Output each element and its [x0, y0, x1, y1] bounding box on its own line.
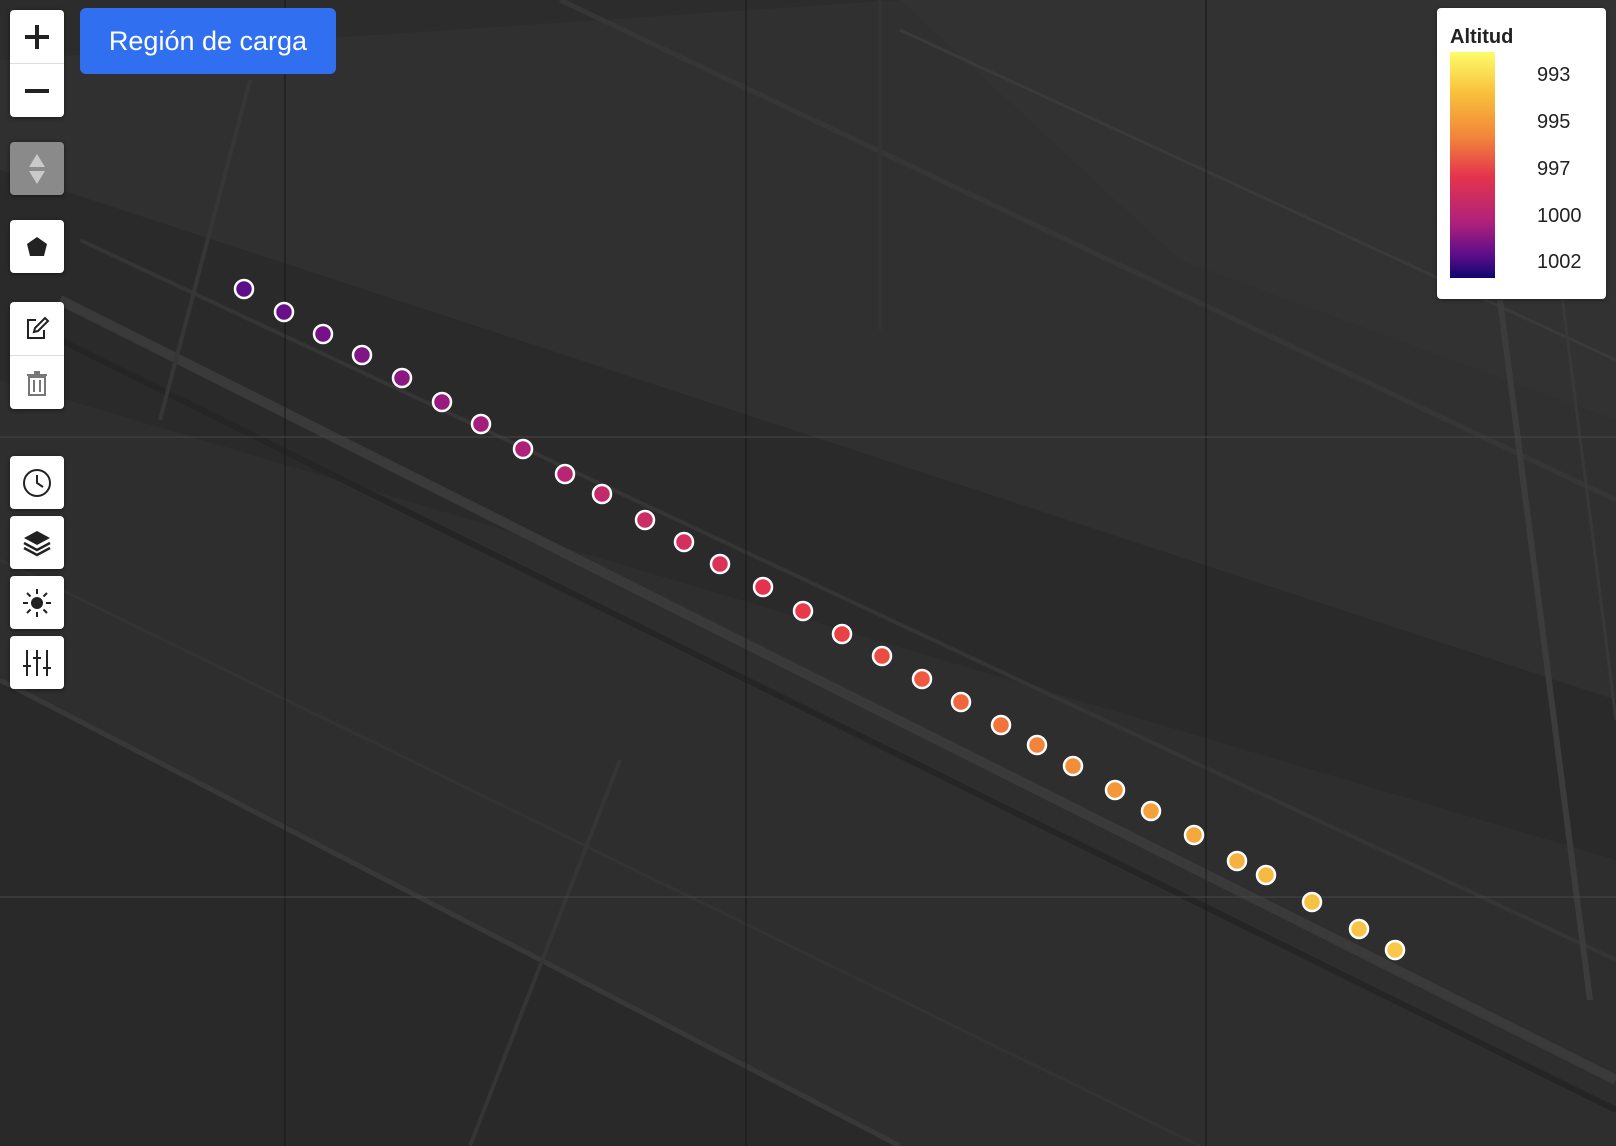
brightness-button[interactable] — [10, 576, 64, 629]
delete-button[interactable] — [10, 355, 64, 409]
track-point[interactable] — [709, 553, 731, 575]
track-point[interactable] — [391, 367, 413, 389]
history-button[interactable] — [10, 456, 64, 509]
compass-arrows-icon — [29, 153, 45, 184]
track-point[interactable] — [792, 600, 814, 622]
legend-tick: 993 — [1537, 64, 1571, 86]
compass-button[interactable] — [10, 142, 64, 195]
settings-button[interactable] — [10, 636, 64, 689]
settings-control — [10, 636, 64, 689]
track-point[interactable] — [1140, 800, 1162, 822]
edit-button[interactable] — [10, 302, 64, 355]
plus-icon — [25, 24, 49, 49]
edit-icon — [27, 316, 50, 339]
edit-control — [10, 302, 64, 409]
track-point[interactable] — [752, 576, 774, 598]
map-view[interactable]: Región de carga Altitud 993 995 997 1000… — [0, 0, 1616, 1146]
clock-icon — [23, 468, 51, 497]
trash-icon — [27, 370, 47, 396]
track-point[interactable] — [312, 323, 334, 345]
track-point[interactable] — [911, 668, 933, 690]
track-point[interactable] — [554, 463, 576, 485]
track-point[interactable] — [1062, 755, 1084, 777]
layers-control — [10, 516, 64, 569]
legend-title: Altitud — [1450, 26, 1514, 48]
sliders-icon — [23, 649, 51, 676]
track-point[interactable] — [351, 344, 373, 366]
minus-icon — [25, 88, 49, 93]
altitude-track — [233, 278, 1406, 961]
legend-color-bar — [1450, 52, 1495, 278]
track-point[interactable] — [431, 391, 453, 413]
zoom-out-button[interactable] — [10, 63, 64, 117]
track-point[interactable] — [1226, 850, 1248, 872]
track-point[interactable] — [634, 509, 656, 531]
draw-control — [10, 220, 64, 273]
upload-region-button[interactable]: Región de carga — [80, 8, 336, 74]
track-point[interactable] — [1026, 734, 1048, 756]
history-control — [10, 456, 64, 509]
track-point[interactable] — [673, 531, 695, 553]
legend-tick: 1000 — [1537, 205, 1582, 227]
track-point[interactable] — [591, 483, 613, 505]
legend-tick: 995 — [1537, 111, 1571, 133]
track-point[interactable] — [1183, 824, 1205, 846]
track-point[interactable] — [233, 278, 255, 300]
layers-icon — [23, 530, 51, 556]
track-point[interactable] — [470, 413, 492, 435]
layers-button[interactable] — [10, 516, 64, 569]
track-point[interactable] — [1104, 779, 1126, 801]
track-point[interactable] — [990, 714, 1012, 736]
brightness-control — [10, 576, 64, 629]
pentagon-icon — [27, 236, 47, 256]
track-point[interactable] — [273, 301, 295, 323]
track-point[interactable] — [1384, 939, 1406, 961]
track-point[interactable] — [1255, 864, 1277, 886]
draw-polygon-button[interactable] — [10, 220, 64, 273]
track-point[interactable] — [831, 623, 853, 645]
sun-icon — [23, 588, 51, 617]
track-point[interactable] — [1348, 918, 1370, 940]
zoom-in-button[interactable] — [10, 10, 64, 63]
track-point[interactable] — [871, 645, 893, 667]
legend-tick: 1002 — [1537, 251, 1582, 273]
track-point[interactable] — [1301, 891, 1323, 913]
compass-control — [10, 142, 64, 195]
track-point[interactable] — [950, 691, 972, 713]
altitude-legend: Altitud 993 995 997 1000 1002 — [1437, 8, 1606, 299]
track-point[interactable] — [512, 438, 534, 460]
zoom-control — [10, 10, 64, 117]
legend-tick: 997 — [1537, 158, 1571, 180]
